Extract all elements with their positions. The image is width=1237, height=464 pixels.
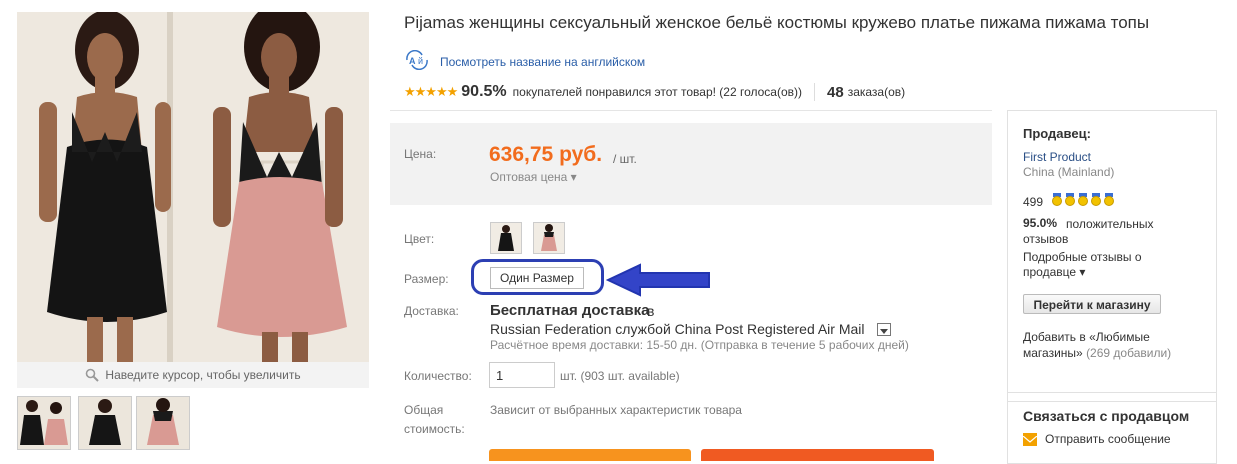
size-highlight-annotation bbox=[471, 259, 604, 295]
arrow-left-icon bbox=[605, 263, 712, 302]
medal-icon bbox=[1104, 193, 1114, 206]
divider bbox=[814, 83, 816, 101]
price-unit: / шт. bbox=[613, 152, 637, 166]
buy-now-button[interactable] bbox=[489, 449, 691, 461]
shipping-in: в bbox=[647, 303, 655, 319]
gallery-thumb-2[interactable] bbox=[78, 396, 132, 450]
favorites-label: магазины» bbox=[1023, 346, 1083, 360]
contact-heading: Связаться с продавцом bbox=[1023, 408, 1190, 424]
medal-icon bbox=[1091, 193, 1101, 206]
send-message-link[interactable]: Отправить сообщение bbox=[1045, 432, 1171, 446]
product-main-image[interactable] bbox=[17, 12, 369, 362]
magnifier-icon bbox=[86, 368, 100, 382]
color-option-black[interactable] bbox=[490, 222, 522, 254]
rating-stars: ★★★★★ bbox=[404, 84, 458, 99]
detailed-reviews-link-line2[interactable]: продавце ▾ bbox=[1023, 265, 1085, 279]
seller-location: China (Mainland) bbox=[1023, 165, 1115, 179]
total-label-line2: стоимость: bbox=[404, 422, 465, 436]
chevron-down-icon bbox=[880, 329, 888, 334]
positive-feedback-percent: 95.0% bbox=[1023, 216, 1058, 230]
rating-text[interactable]: покупателей понравился этот товар! (22 г… bbox=[513, 85, 802, 99]
quantity-input[interactable] bbox=[489, 362, 555, 388]
translate-title-link[interactable]: Посмотреть название на английском bbox=[440, 55, 645, 69]
size-label: Размер: bbox=[404, 272, 449, 286]
seller-heading: Продавец: bbox=[1023, 126, 1091, 141]
mail-icon bbox=[1022, 433, 1038, 446]
shipping-method: Russian Federation службой China Post Re… bbox=[490, 321, 865, 337]
color-option-pink[interactable] bbox=[533, 222, 565, 254]
medal-icon bbox=[1078, 193, 1088, 206]
price-label: Цена: bbox=[404, 147, 437, 161]
seller-name-link[interactable]: First Product bbox=[1023, 150, 1091, 164]
add-to-cart-button[interactable] bbox=[701, 449, 934, 461]
quantity-label: Количество: bbox=[404, 369, 472, 383]
seller-medals bbox=[1052, 193, 1114, 206]
rating-percent: 90.5% bbox=[461, 83, 507, 100]
medal-icon bbox=[1052, 193, 1062, 206]
rating-row: ★★★★★ 90.5% покупателей понравился этот … bbox=[404, 82, 905, 102]
translate-icon[interactable]: A й bbox=[404, 49, 430, 71]
quantity-available: шт. (903 шт. available) bbox=[560, 369, 680, 383]
total-label-line1: Общая bbox=[404, 403, 444, 417]
shipping-label: Доставка: bbox=[404, 304, 459, 318]
positive-feedback-text-1: положительных bbox=[1066, 217, 1154, 231]
detailed-reviews-link[interactable]: Подробные отзывы о bbox=[1023, 250, 1142, 264]
price-value: 636,75 руб. bbox=[489, 143, 603, 166]
gallery-thumb-1[interactable] bbox=[17, 396, 71, 450]
svg-text:й: й bbox=[418, 56, 423, 66]
color-label: Цвет: bbox=[404, 232, 435, 246]
positive-feedback-text-2: отзывов bbox=[1023, 232, 1069, 246]
add-to-favorites-line2[interactable]: магазины» (269 добавили) bbox=[1023, 346, 1171, 360]
price-box bbox=[390, 123, 992, 205]
orders-label: заказа(ов) bbox=[847, 85, 906, 99]
gallery-thumb-3[interactable] bbox=[136, 396, 190, 450]
zoom-hint: Наведите курсор, чтобы увеличить bbox=[17, 362, 369, 388]
orders-count: 48 bbox=[827, 83, 844, 101]
shipping-dropdown[interactable] bbox=[877, 323, 891, 336]
go-to-store-button[interactable]: Перейти к магазину bbox=[1023, 294, 1161, 314]
seller-score: 499 bbox=[1023, 195, 1044, 209]
favorites-count: (269 добавили) bbox=[1086, 346, 1172, 360]
wholesale-price-toggle[interactable]: Оптовая цена ▾ bbox=[490, 170, 577, 184]
svg-text:A: A bbox=[409, 56, 416, 66]
total-text: Зависит от выбранных характеристик товар… bbox=[490, 403, 742, 417]
add-to-favorites-link[interactable]: Добавить в «Любимые bbox=[1023, 330, 1150, 344]
medal-icon bbox=[1065, 193, 1075, 206]
delivery-time: Расчётное время доставки: 15-50 дн. (Отп… bbox=[490, 338, 909, 352]
zoom-hint-text: Наведите курсор, чтобы увеличить bbox=[105, 368, 301, 382]
free-shipping-text: Бесплатная доставка bbox=[490, 302, 650, 319]
contact-panel bbox=[1007, 392, 1217, 464]
divider bbox=[390, 110, 992, 111]
product-title: Pijamas женщины сексуальный женское бель… bbox=[404, 13, 1150, 32]
